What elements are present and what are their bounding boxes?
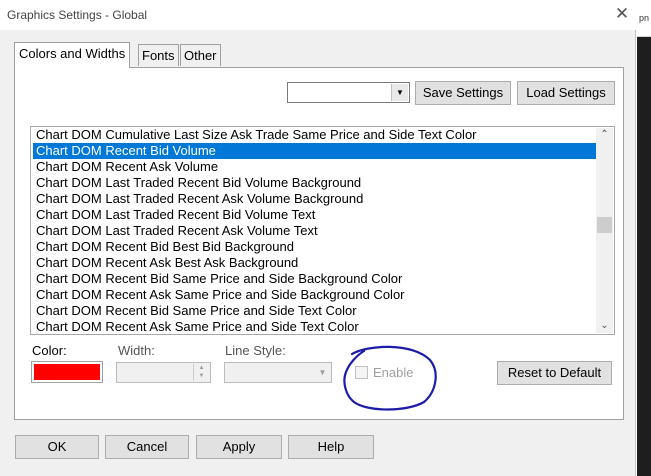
background-window-edge: pn [637,0,651,476]
list-item-selected[interactable]: Chart DOM Recent Bid Volume [33,143,596,159]
list-item[interactable]: Chart DOM Recent Ask Volume [33,159,596,175]
graphics-settings-dialog: Graphics Settings - Global ✕ Colors and … [0,0,636,476]
line-style-select: ▼ [224,362,332,383]
title-bar: Graphics Settings - Global ✕ [0,0,636,30]
list-item[interactable]: Chart DOM Recent Ask Best Ask Background [33,255,596,271]
close-icon[interactable]: ✕ [612,4,632,24]
load-settings-button[interactable]: Load Settings [517,81,615,105]
list-scrollbar[interactable]: ⌃ ⌄ [596,128,613,333]
background-window-tab: pn [637,0,651,37]
list-item[interactable]: Chart DOM Recent Ask Same Price and Side… [33,319,596,334]
scroll-up-icon[interactable]: ⌃ [596,128,613,142]
annotation-circle [343,345,437,411]
ok-button[interactable]: OK [15,435,99,459]
line-style-label: Line Style: [225,343,286,358]
help-button[interactable]: Help [288,435,374,459]
list-item[interactable]: Chart DOM Last Traded Recent Ask Volume … [33,223,596,239]
tab-fonts[interactable]: Fonts [138,44,179,66]
list-item[interactable]: Chart DOM Last Traded Recent Bid Volume … [33,207,596,223]
list-item[interactable]: Chart DOM Recent Bid Best Bid Background [33,239,596,255]
width-stepper: ▲ ▼ [116,362,211,383]
list-item[interactable]: Chart DOM Cumulative Last Size Ask Trade… [33,127,596,143]
scroll-down-icon[interactable]: ⌄ [596,319,613,333]
tab-other[interactable]: Other [180,44,221,66]
save-settings-button[interactable]: Save Settings [415,81,511,105]
list-item[interactable]: Chart DOM Last Traded Recent Ask Volume … [33,191,596,207]
background-window-text: pn [639,13,650,23]
background-dark-area [637,37,651,476]
cancel-button[interactable]: Cancel [105,435,189,459]
color-swatch-fill [34,364,100,380]
reset-to-default-button[interactable]: Reset to Default [497,361,612,385]
apply-button[interactable]: Apply [196,435,282,459]
chevron-down-icon: ▼ [318,368,327,377]
color-label: Color: [32,343,67,358]
graphics-element-list[interactable]: Chart DOM Cumulative Last Size Ask Trade… [30,126,615,335]
spin-arrows-icon: ▲ ▼ [193,364,209,381]
list-item[interactable]: Chart DOM Recent Bid Same Price and Side… [33,303,596,319]
width-label: Width: [118,343,155,358]
settings-combo[interactable]: ▼ [287,82,410,103]
scroll-thumb[interactable] [597,217,612,233]
list-item[interactable]: Chart DOM Last Traded Recent Bid Volume … [33,175,596,191]
tab-colors-and-widths[interactable]: Colors and Widths [14,42,131,68]
list-item[interactable]: Chart DOM Recent Bid Same Price and Side… [33,271,596,287]
list-item[interactable]: Chart DOM Recent Ask Same Price and Side… [33,287,596,303]
window-title: Graphics Settings - Global [7,8,148,22]
chevron-down-icon[interactable]: ▼ [391,84,408,101]
color-swatch[interactable] [31,361,103,383]
